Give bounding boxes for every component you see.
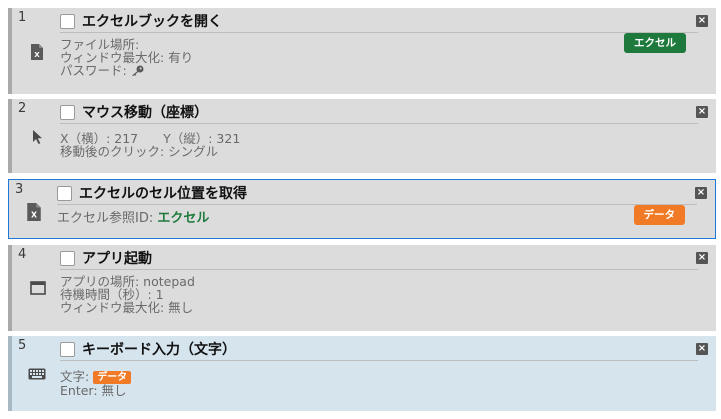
- keyboard-icon: [28, 368, 46, 380]
- step-details: X（横）: 217 Y（縦）: 321 移動後のクリック: シングル: [60, 132, 240, 158]
- detail-line: 移動後のクリック: シングル: [60, 144, 219, 159]
- detail-line: 文字: データ: [60, 370, 132, 384]
- step-title: マウス移動（座標）: [82, 105, 208, 121]
- close-icon[interactable]: ×: [696, 343, 708, 355]
- close-icon[interactable]: ×: [696, 15, 708, 27]
- detail-line: パスワード:: [60, 64, 193, 77]
- step-title: アプリ起動: [82, 251, 152, 267]
- excel-file-icon: X: [31, 44, 43, 60]
- step-checkbox[interactable]: [60, 342, 75, 357]
- step-checkbox[interactable]: [60, 251, 75, 266]
- step-3[interactable]: 3 エクセルのセル位置を取得 × X エクセル参照ID: エクセル データ: [8, 179, 716, 239]
- key-icon: [131, 65, 144, 76]
- ref-value: エクセル: [157, 211, 210, 226]
- step-number: 2: [18, 101, 27, 116]
- step-details: 文字: データ Enter: 無し: [60, 370, 132, 398]
- ref-label: エクセル参照ID:: [57, 211, 158, 226]
- step-details: エクセル参照ID: エクセル: [57, 212, 209, 225]
- close-icon[interactable]: ×: [696, 252, 708, 264]
- detail-line: ウィンドウ最大化: 無し: [60, 300, 194, 315]
- step-title: エクセルブックを開く: [82, 14, 222, 30]
- step-checkbox[interactable]: [60, 14, 75, 29]
- step-number: 1: [18, 10, 27, 25]
- divider: [57, 204, 697, 205]
- divider: [60, 32, 698, 33]
- step-title: エクセルのセル位置を取得: [79, 186, 247, 202]
- step-title: キーボード入力（文字）: [82, 342, 236, 358]
- step-5[interactable]: 5 キーボード入力（文字） × 文字: データ Enter: 無し: [8, 336, 716, 411]
- divider: [60, 269, 698, 270]
- svg-text:X: X: [31, 211, 37, 220]
- step-number: 3: [15, 182, 24, 197]
- svg-text:X: X: [34, 51, 40, 59]
- close-icon[interactable]: ×: [695, 187, 707, 199]
- excel-file-icon: X: [27, 203, 41, 221]
- step-1[interactable]: 1 エクセルブックを開く × X ファイル場所: ウィンドウ最大化: 有り パス…: [8, 8, 716, 94]
- close-icon[interactable]: ×: [696, 106, 708, 118]
- step-details: アプリの場所: notepad 待機時間（秒）: 1 ウィンドウ最大化: 無し: [60, 275, 195, 314]
- step-2[interactable]: 2 マウス移動（座標） × X（横）: 217 Y（縦）: 321 移動後のクリ…: [8, 99, 716, 173]
- divider: [60, 123, 698, 124]
- divider: [60, 360, 698, 361]
- step-checkbox[interactable]: [57, 186, 72, 201]
- step-checkbox[interactable]: [60, 105, 75, 120]
- step-4[interactable]: 4 アプリ起動 × アプリの場所: notepad 待機時間（秒）: 1 ウィン…: [8, 245, 716, 331]
- excel-badge: エクセル: [624, 33, 686, 53]
- mouse-pointer-icon: [33, 130, 42, 144]
- step-number: 4: [18, 247, 27, 262]
- window-icon: [30, 281, 46, 295]
- detail-line: Enter: 無し: [60, 383, 127, 398]
- step-number: 5: [18, 338, 27, 353]
- data-badge: データ: [633, 205, 685, 225]
- step-details: ファイル場所: ウィンドウ最大化: 有り パスワード:: [60, 38, 193, 77]
